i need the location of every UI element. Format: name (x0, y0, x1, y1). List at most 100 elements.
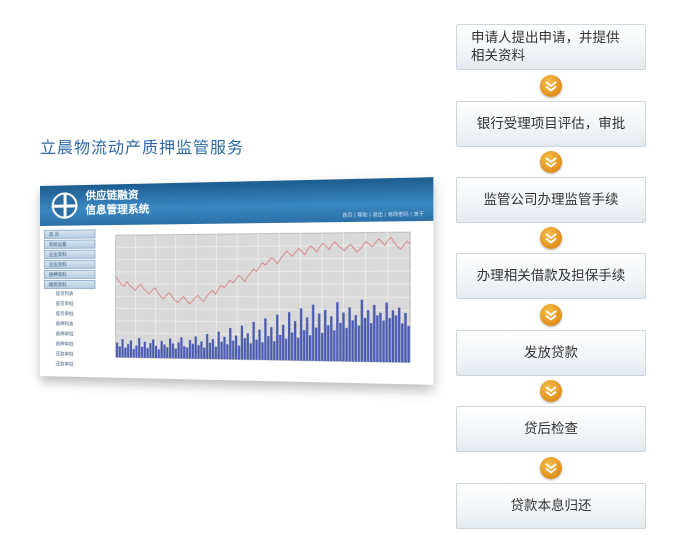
flow-step-5: 发放贷款 (456, 330, 646, 376)
volume-bar (152, 339, 155, 359)
volume-bar (363, 317, 367, 362)
volume-bar (342, 312, 345, 362)
flow-step-4: 办理相关借款及担保手续 (456, 253, 646, 299)
chevron-down-icon (540, 303, 562, 326)
volume-bar (296, 337, 300, 361)
volume-bar (186, 347, 189, 359)
volume-bar (407, 325, 410, 363)
volume-bar (321, 332, 324, 362)
volume-bar (330, 316, 333, 362)
volume-bar (311, 304, 315, 361)
screenshot-header: 供应链融资 信息管理系统 首页 | 帮助 | 退出 | 修改密码 | 关于 (40, 177, 434, 226)
menu-item[interactable]: 还款审批 (44, 360, 96, 370)
volume-bar (314, 327, 318, 361)
volume-bar (132, 349, 135, 358)
menu-item[interactable]: 质押审批 (44, 340, 96, 350)
volume-bar (183, 346, 186, 359)
volume-bar (324, 309, 327, 362)
volume-bar (267, 336, 270, 361)
menu-item[interactable]: 系统设置 (43, 239, 96, 249)
menu-item[interactable]: 还款审批 (44, 350, 96, 360)
volume-bar (203, 347, 206, 359)
volume-bar (118, 346, 121, 358)
volume-bar (146, 348, 149, 358)
volume-bar (366, 310, 370, 362)
volume-bar (391, 310, 395, 363)
flow-step-1: 申请人提出申请，并提供相关资料 (456, 24, 646, 70)
volume-bar (171, 343, 175, 359)
menu-item[interactable]: 质押列表 (44, 320, 96, 330)
volume-bar (373, 304, 376, 362)
volume-bar (357, 325, 361, 362)
flow-step-6: 贷后检查 (456, 406, 646, 452)
volume-bar (211, 339, 215, 360)
volume-bar (333, 330, 336, 362)
volume-bar (397, 307, 401, 363)
volume-bar (157, 349, 160, 359)
volume-bar (246, 333, 249, 360)
volume-bar (208, 342, 212, 360)
process-flow: 申请人提出申请，并提供相关资料 银行受理项目评估，审批 监管公司办理监管手续 办理相关… (456, 0, 646, 554)
menu-item[interactable]: 提货审批 (44, 300, 96, 309)
volume-bar (308, 335, 312, 361)
volume-bar (388, 318, 392, 363)
volume-bar (174, 348, 177, 359)
system-screenshot: 供应链融资 信息管理系统 首页 | 帮助 | 退出 | 修改密码 | 关于 首 … (40, 177, 434, 385)
volume-bar (382, 320, 385, 363)
volume-bar (394, 315, 398, 363)
volume-bar (255, 339, 258, 360)
chevron-down-icon (540, 380, 562, 402)
volume-bar (188, 340, 192, 359)
volume-bar (276, 314, 279, 361)
brand-line-2: 信息管理系统 (85, 203, 150, 217)
volume-bar (264, 318, 267, 361)
volume-bar (229, 328, 232, 360)
chevron-down-icon (540, 151, 562, 173)
volume-bar (351, 320, 354, 362)
volume-bar (154, 345, 158, 359)
volume-bar (243, 338, 246, 360)
menu-item[interactable]: 融资资料 (43, 279, 96, 290)
menu-item[interactable]: 提货列表 (44, 290, 96, 299)
chevron-down-icon (540, 74, 562, 97)
menu-item[interactable]: 企业资料 (43, 249, 96, 259)
flow-step-3: 监管公司办理监管手续 (456, 177, 646, 223)
volume-bar (293, 321, 297, 361)
volume-bar (115, 342, 119, 358)
volume-bar (234, 335, 238, 360)
volume-bar (121, 339, 124, 358)
menu-item[interactable]: 提货审批 (44, 310, 96, 319)
volume-bar (279, 334, 282, 361)
flow-step-2: 银行受理项目评估，审批 (456, 101, 646, 147)
volume-bar (220, 341, 223, 360)
volume-bar (138, 338, 141, 358)
volume-bar (143, 341, 146, 358)
menu-item[interactable]: 企业资料 (43, 259, 96, 269)
volume-bar (249, 343, 252, 360)
volume-bar (348, 307, 351, 362)
volume-bar (168, 338, 172, 359)
volume-bar (217, 331, 220, 360)
volume-bar (404, 312, 407, 363)
volume-bar (240, 325, 244, 360)
volume-bar (214, 346, 217, 360)
volume-bar (376, 315, 379, 362)
volume-bar (327, 325, 330, 362)
menu-item[interactable]: 质押资料 (43, 269, 96, 279)
volume-bar (135, 345, 138, 358)
volume-bar (261, 342, 264, 360)
volume-bar (194, 336, 197, 359)
volume-bar (223, 336, 226, 360)
volume-bar (124, 347, 127, 358)
menu-item[interactable]: 首 页 (43, 229, 96, 239)
volume-bar (163, 344, 166, 359)
chevron-down-icon (540, 456, 562, 479)
menu-item[interactable]: 质押审批 (44, 330, 96, 340)
volume-bar (149, 343, 152, 358)
volume-bar (290, 332, 294, 361)
volume-bar (379, 312, 382, 363)
volume-bar (282, 324, 285, 361)
volume-bar (226, 344, 229, 360)
header-links: 首页 | 帮助 | 退出 | 修改密码 | 关于 (342, 212, 425, 219)
volume-bar (385, 302, 388, 363)
